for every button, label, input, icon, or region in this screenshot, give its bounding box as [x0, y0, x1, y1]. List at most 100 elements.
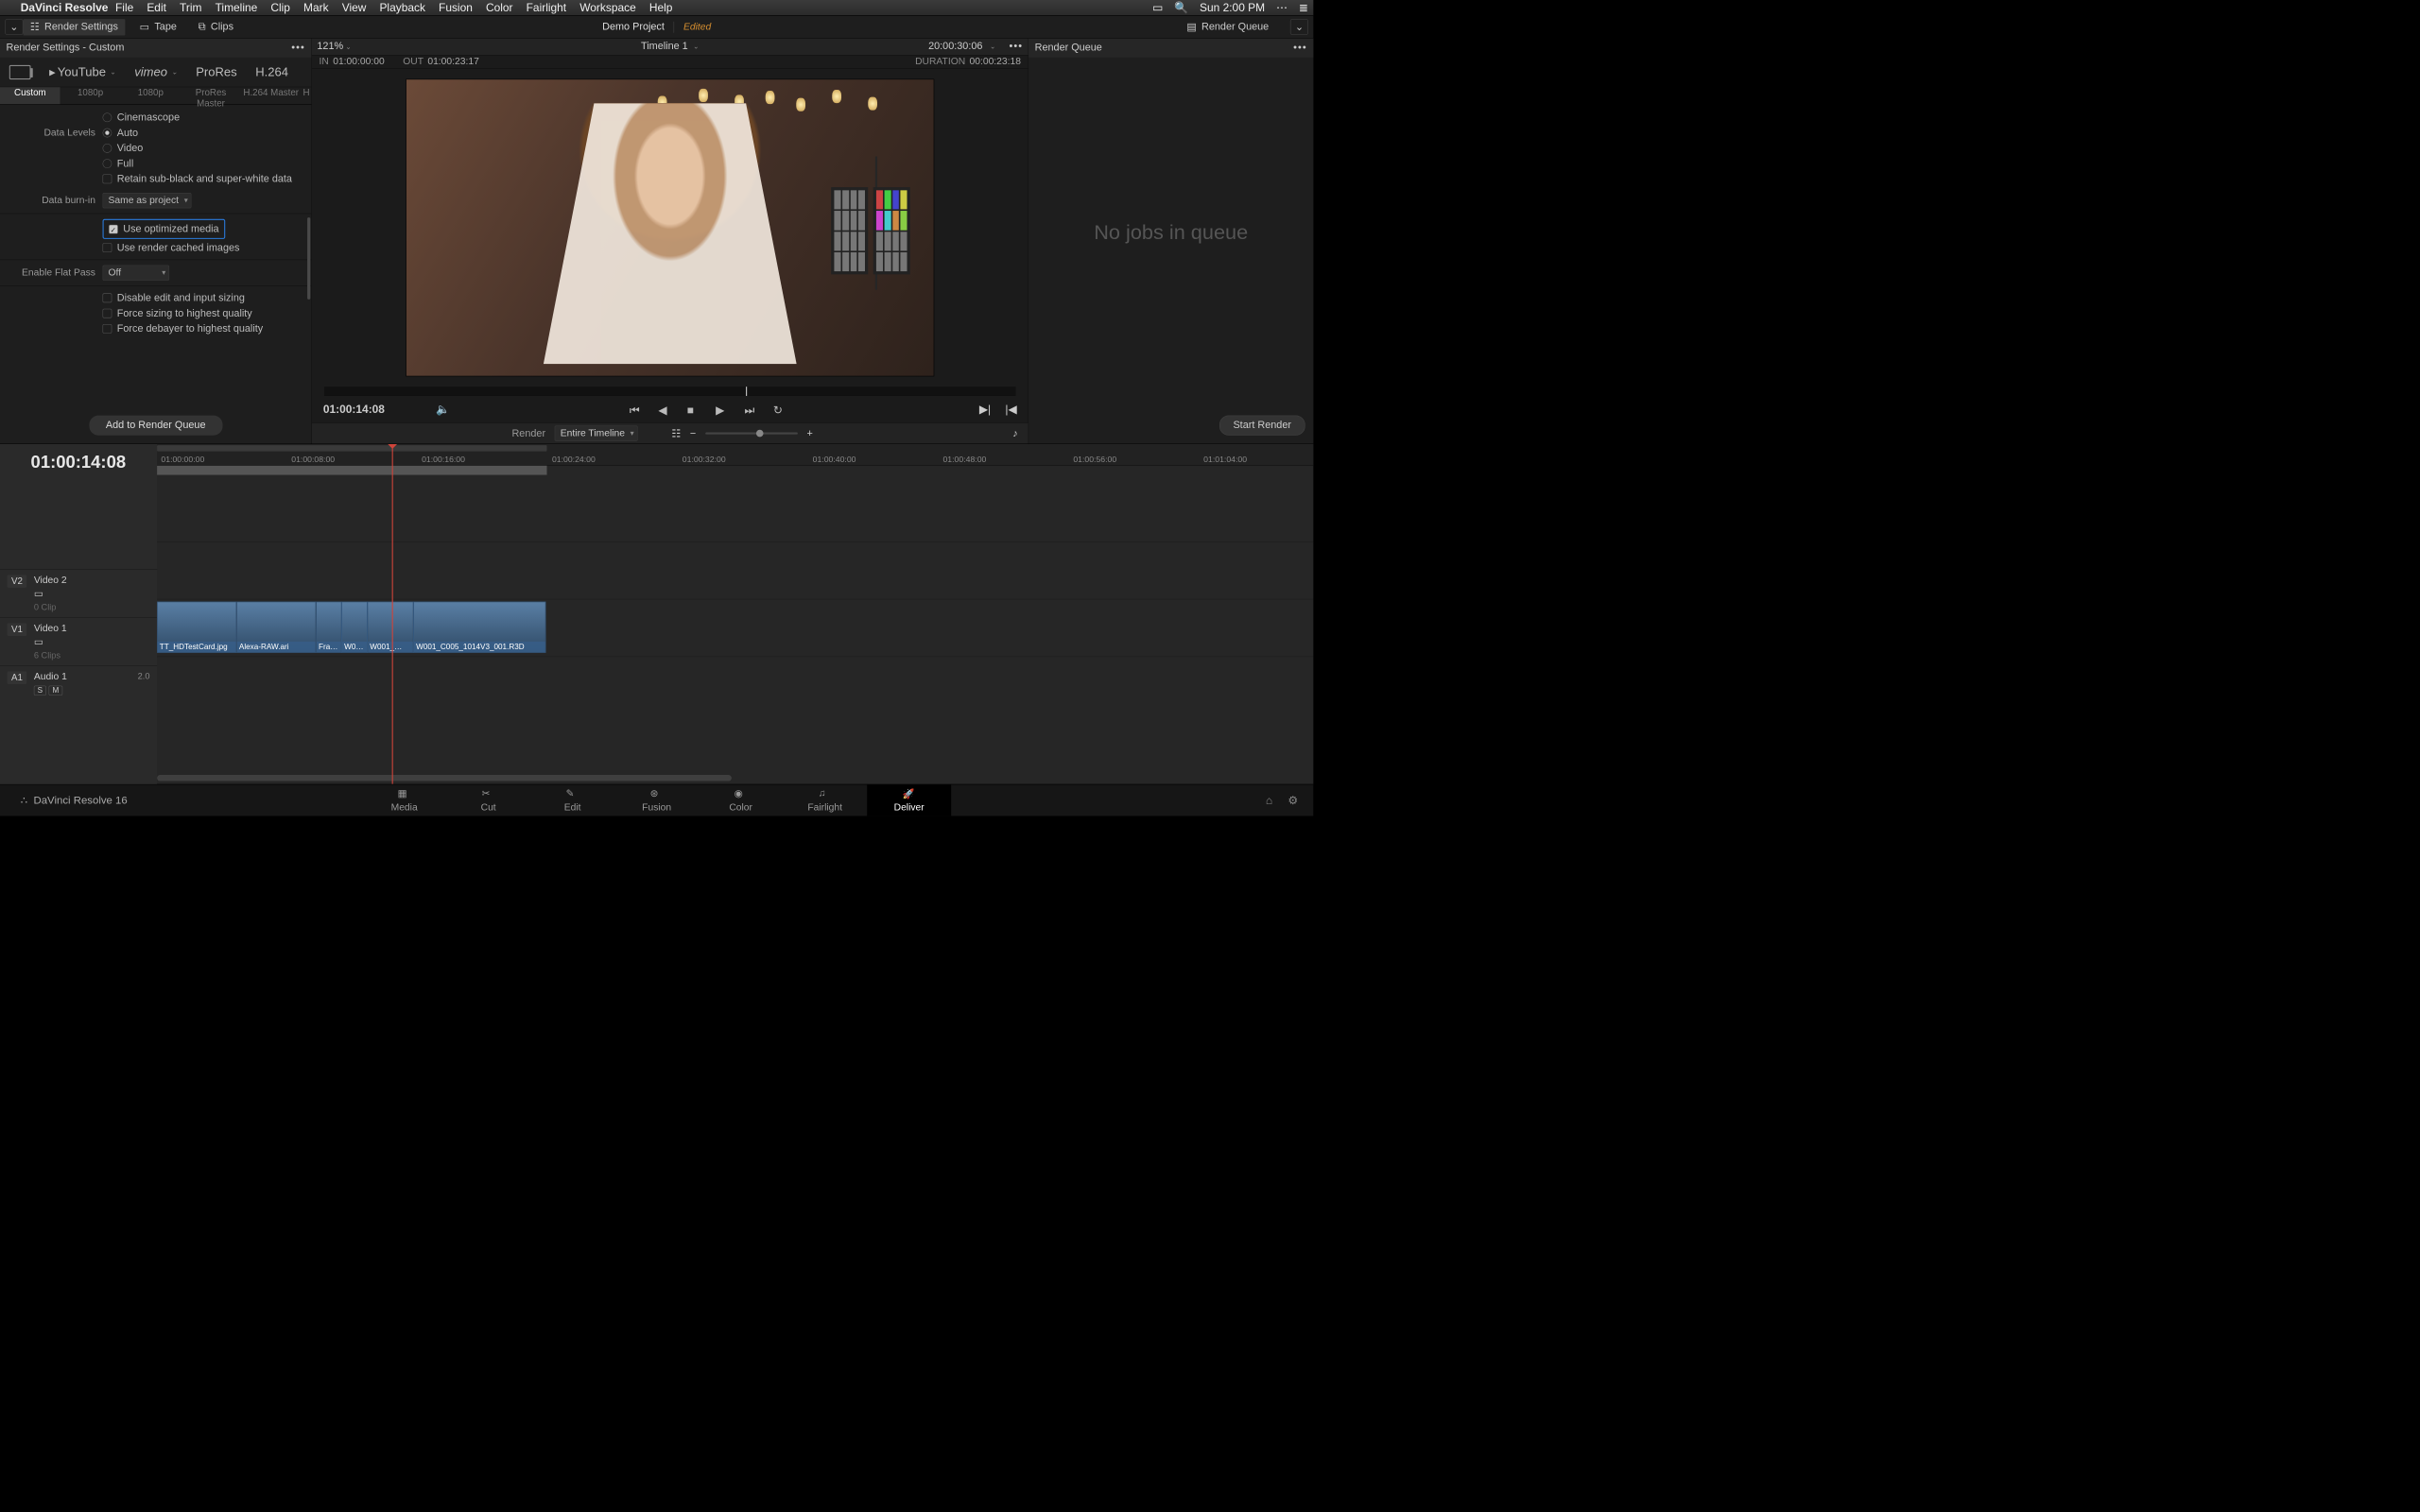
- menu-extras-icon[interactable]: ⋯: [1276, 1, 1288, 14]
- viewer-zoom[interactable]: 121%⌄: [317, 41, 378, 52]
- clock[interactable]: Sun 2:00 PM: [1200, 1, 1265, 14]
- zoom-slider[interactable]: [705, 433, 798, 435]
- timeline-clip[interactable]: W001_C005_1014V3_001.R3D: [413, 602, 545, 653]
- menu-workspace[interactable]: Workspace: [579, 1, 636, 14]
- page-deliver[interactable]: 🚀Deliver: [867, 784, 951, 816]
- audio-waveform-icon[interactable]: ♪: [1012, 427, 1017, 438]
- preset-h264[interactable]: H.264: [255, 65, 288, 79]
- volume-icon[interactable]: 🔈: [436, 403, 450, 416]
- track-head-v2[interactable]: V2 Video 2 ▭ 0 Clip: [0, 569, 157, 617]
- menu-mark[interactable]: Mark: [303, 1, 329, 14]
- page-cut[interactable]: ✂Cut: [446, 784, 530, 816]
- thumbnails-icon[interactable]: ☷: [671, 427, 681, 440]
- preset-label-h264m[interactable]: H.264 Master: [241, 87, 302, 104]
- toolbar-tape[interactable]: ▭ Tape: [132, 19, 183, 35]
- playhead[interactable]: [392, 444, 393, 784]
- go-to-start-icon[interactable]: ⏮: [630, 404, 641, 415]
- menu-clip[interactable]: Clip: [270, 1, 290, 14]
- viewer-frame[interactable]: [406, 79, 934, 377]
- track-v1[interactable]: TT_HDTestCard.jpgAlexa-RAW.ariFra…W001_1…: [157, 599, 1313, 657]
- track-v2[interactable]: [157, 541, 1313, 599]
- stop-icon[interactable]: ■: [687, 404, 699, 415]
- preset-youtube[interactable]: ▸YouTube⌄: [49, 64, 116, 79]
- toolbar-clips[interactable]: ⧉ Clips: [191, 19, 240, 35]
- home-icon[interactable]: ⌂: [1266, 794, 1272, 807]
- preset-prores[interactable]: ProRes: [196, 65, 236, 79]
- add-to-render-queue-button[interactable]: Add to Render Queue: [89, 416, 222, 436]
- menu-edit[interactable]: Edit: [147, 1, 166, 14]
- menu-playback[interactable]: Playback: [379, 1, 424, 14]
- timeline-clip[interactable]: W001_…: [368, 602, 414, 653]
- viewer-options-icon[interactable]: •••: [1009, 41, 1023, 52]
- page-fairlight[interactable]: ♫Fairlight: [783, 784, 867, 816]
- preset-label-vm[interactable]: 1080p: [120, 87, 181, 104]
- flat-pass-dropdown[interactable]: Off: [103, 266, 170, 281]
- timeline-ruler[interactable]: 01:00:00:00 01:00:08:00 01:00:16:00 01:0…: [157, 444, 1313, 466]
- check-force-debayer[interactable]: [103, 324, 112, 334]
- timeline-clip[interactable]: Fra…: [316, 602, 341, 653]
- frame-icon[interactable]: ▭: [34, 588, 67, 599]
- timeline-clip[interactable]: Alexa-RAW.ari: [236, 602, 316, 653]
- frame-icon[interactable]: ▭: [34, 636, 67, 647]
- project-settings-icon[interactable]: ⚙: [1288, 794, 1298, 807]
- use-optimized-media-row[interactable]: Use optimized media: [103, 219, 226, 239]
- preset-label-custom[interactable]: Custom: [0, 87, 60, 104]
- next-clip-icon[interactable]: ▶|: [979, 403, 991, 416]
- radio-cinemascope[interactable]: [103, 112, 112, 122]
- check-force-size[interactable]: [103, 309, 112, 318]
- timeline-clip[interactable]: W001_1…: [341, 602, 367, 653]
- settings-scrollbar[interactable]: [307, 217, 310, 300]
- render-mode-dropdown[interactable]: Entire Timeline: [555, 426, 638, 441]
- queue-options-icon[interactable]: •••: [1293, 43, 1307, 54]
- zoom-out-icon[interactable]: −: [690, 427, 696, 438]
- check-use-cache[interactable]: [103, 243, 112, 252]
- menu-view[interactable]: View: [342, 1, 367, 14]
- step-forward-icon[interactable]: ⏭: [744, 404, 755, 415]
- play-icon[interactable]: ▶: [716, 404, 727, 415]
- timeline-timecode[interactable]: 01:00:14:08: [31, 453, 127, 472]
- start-render-button[interactable]: Start Render: [1219, 416, 1305, 436]
- prev-clip-icon[interactable]: |◀: [1005, 403, 1016, 416]
- track-head-v1[interactable]: V1 Video 1 ▭ 6 Clips: [0, 617, 157, 665]
- master-timecode[interactable]: 20:00:30:06: [928, 41, 982, 52]
- timeline-selector[interactable]: Timeline 1⌄: [641, 41, 699, 52]
- page-fusion[interactable]: ⊛Fusion: [614, 784, 699, 816]
- check-retain[interactable]: [103, 175, 112, 184]
- in-out-range[interactable]: [157, 466, 546, 475]
- radio-auto[interactable]: [103, 129, 112, 138]
- panel-options-icon[interactable]: •••: [291, 43, 305, 54]
- track-head-a1[interactable]: A1 Audio 1 S M 2.0: [0, 665, 157, 700]
- toolbar-render-settings[interactable]: ☷ Render Settings: [23, 19, 125, 35]
- check-use-optimized[interactable]: [109, 224, 118, 233]
- spotlight-icon[interactable]: 🔍: [1174, 1, 1188, 14]
- app-name[interactable]: DaVinci Resolve: [21, 1, 109, 14]
- page-media[interactable]: ▦Media: [362, 784, 446, 816]
- step-back-icon[interactable]: ◀: [658, 404, 669, 415]
- burnin-dropdown[interactable]: Same as project: [103, 193, 192, 208]
- viewer-scrub-bar[interactable]: [324, 387, 1016, 396]
- radio-video[interactable]: [103, 144, 112, 153]
- notification-center-icon[interactable]: ≣: [1299, 1, 1308, 14]
- check-disable-sizing[interactable]: [103, 293, 112, 302]
- menu-fusion[interactable]: Fusion: [439, 1, 473, 14]
- panel-dropdown-left[interactable]: ⌄: [5, 19, 23, 35]
- page-color[interactable]: ◉Color: [699, 784, 783, 816]
- timeline-clip[interactable]: TT_HDTestCard.jpg: [157, 602, 236, 653]
- panel-dropdown-right[interactable]: ⌄: [1290, 19, 1308, 35]
- track-a1[interactable]: [157, 657, 1313, 697]
- fullscreen-icon[interactable]: ▭: [1152, 1, 1163, 14]
- radio-full[interactable]: [103, 159, 112, 168]
- zoom-in-icon[interactable]: +: [806, 427, 812, 438]
- loop-icon[interactable]: ↻: [773, 404, 785, 415]
- toolbar-render-queue[interactable]: ▤ Render Queue: [1180, 19, 1276, 35]
- page-edit[interactable]: ✎Edit: [530, 784, 614, 816]
- preset-label-yt[interactable]: 1080p: [60, 87, 121, 104]
- preset-label-pr[interactable]: ProRes Master: [181, 87, 241, 104]
- menu-timeline[interactable]: Timeline: [216, 1, 258, 14]
- menu-color[interactable]: Color: [486, 1, 513, 14]
- preset-custom[interactable]: [9, 65, 31, 79]
- menu-trim[interactable]: Trim: [180, 1, 201, 14]
- menu-file[interactable]: File: [115, 1, 133, 14]
- solo-button[interactable]: S: [34, 686, 46, 696]
- menu-fairlight[interactable]: Fairlight: [527, 1, 566, 14]
